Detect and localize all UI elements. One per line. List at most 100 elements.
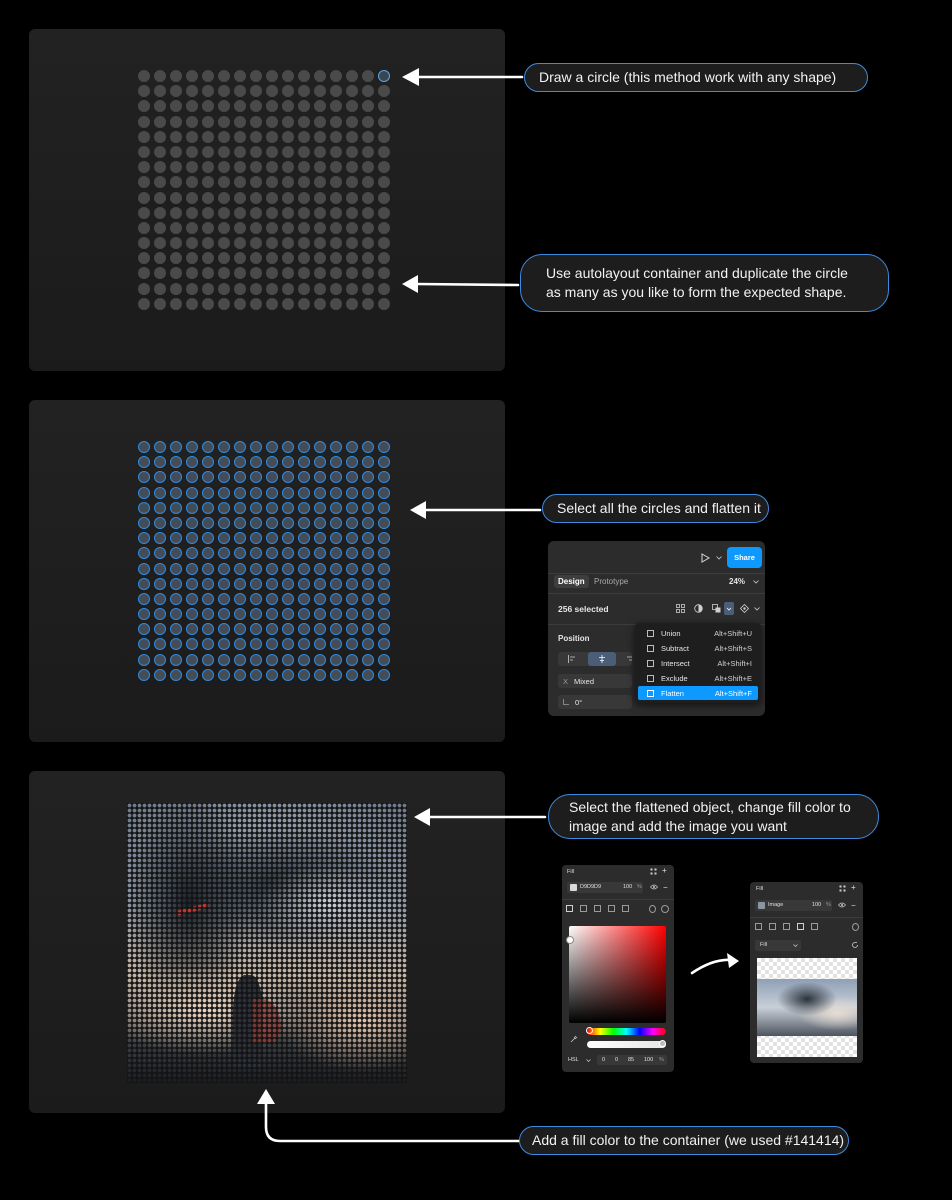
callout-image-fill: Select the flattened object, change fill… (548, 794, 879, 839)
solid-fill-icon[interactable] (755, 923, 762, 930)
fill-color-panel: Fill + D9D9D9 100 % − HSL 0 0 85 100 % (562, 865, 674, 1072)
style-grid-icon[interactable] (650, 868, 657, 875)
dragon-image-preview[interactable] (757, 979, 857, 1036)
separator (562, 899, 674, 900)
drop-icon[interactable] (649, 905, 656, 913)
video-fill-icon[interactable] (811, 923, 818, 930)
add-fill-icon[interactable]: + (851, 883, 856, 892)
image-fit-select[interactable]: Fill (755, 940, 801, 951)
picker-handle[interactable] (566, 936, 574, 944)
drop-icon[interactable] (852, 923, 859, 931)
color-mode-select[interactable]: HSL (568, 1057, 579, 1063)
x-position-field[interactable]: X Mixed (558, 674, 632, 688)
zoom-level[interactable]: 24% (729, 577, 745, 586)
x-value: Mixed (574, 676, 595, 686)
component-icon[interactable] (740, 604, 749, 613)
menu-item-subtract[interactable]: Subtract Alt+Shift+S (638, 641, 758, 655)
separator (750, 917, 863, 918)
hue-slider[interactable] (587, 1028, 666, 1035)
menu-item-exclude[interactable]: Exclude Alt+Shift+E (638, 671, 758, 685)
fill-hex[interactable]: D9D9D9 (580, 884, 601, 890)
x-label: X (563, 676, 569, 686)
alpha-unit: % (659, 1057, 664, 1063)
video-fill-icon[interactable] (622, 905, 629, 912)
eyedropper-icon[interactable] (570, 1035, 578, 1043)
radial-gradient-icon[interactable] (594, 905, 601, 912)
share-button[interactable]: Share (727, 547, 762, 568)
rotate-image-icon[interactable] (851, 941, 859, 949)
arrow-fill-to-image (690, 958, 735, 975)
menu-item-subtract-label: Subtract (661, 643, 689, 653)
boolean-chevron-icon (726, 607, 732, 611)
fill-title: Fill (756, 886, 764, 892)
component-chevron-icon[interactable] (754, 607, 760, 611)
zoom-chevron-icon[interactable] (753, 580, 759, 584)
align-left-icon[interactable] (568, 655, 576, 663)
design-properties-panel: Share Design Prototype 24% 256 selected … (548, 541, 765, 716)
fill-type[interactable]: Image (768, 902, 783, 908)
arrow-step4-head (414, 808, 430, 826)
eye-icon[interactable] (838, 902, 846, 908)
arrow-step1-head (402, 68, 419, 86)
arrow-step2-head (402, 275, 418, 293)
image-fill-icon[interactable] (797, 923, 804, 930)
union-icon (647, 629, 654, 637)
opacity-handle[interactable] (659, 1040, 666, 1047)
image-fill-icon[interactable] (608, 905, 615, 912)
fill-row[interactable]: Image 100 % (755, 900, 832, 911)
saturation-value[interactable]: 0 (615, 1057, 618, 1063)
style-grid-icon[interactable] (839, 885, 846, 892)
fill-row[interactable]: D9D9D9 100 % (567, 882, 643, 893)
eye-icon[interactable] (650, 884, 658, 890)
rotation-value: 0° (575, 697, 583, 707)
menu-item-union-shortcut: Alt+Shift+U (714, 628, 752, 638)
lightness-value[interactable]: 85 (628, 1057, 634, 1063)
saturation-picker[interactable] (569, 926, 666, 1023)
fill-opacity[interactable]: 100 (812, 902, 821, 908)
play-icon[interactable] (700, 553, 710, 563)
callout-flatten: Select all the circles and flatten it (542, 494, 769, 523)
solid-fill-icon[interactable] (566, 905, 573, 912)
arrow-step5-head (257, 1089, 275, 1104)
tab-prototype[interactable]: Prototype (594, 577, 628, 586)
remove-fill-icon[interactable]: − (851, 901, 856, 910)
opacity-slider[interactable] (587, 1041, 666, 1048)
callout-draw-circle: Draw a circle (this method work with any… (524, 63, 868, 92)
hue-handle[interactable] (586, 1027, 593, 1034)
arrow-fill-head (727, 953, 739, 968)
separator (548, 573, 765, 574)
fill-swatch[interactable] (570, 884, 577, 891)
image-thumbnail[interactable] (758, 902, 765, 909)
hue-value[interactable]: 0 (602, 1057, 605, 1063)
intersect-icon (647, 659, 654, 667)
align-right-icon[interactable] (626, 655, 632, 663)
tab-design[interactable]: Design (554, 575, 589, 588)
menu-item-exclude-label: Exclude (661, 673, 688, 683)
menu-item-union-label: Union (661, 628, 681, 638)
rotation-field[interactable]: 0° (558, 695, 632, 709)
menu-item-intersect[interactable]: Intersect Alt+Shift+I (638, 656, 758, 670)
add-fill-icon[interactable]: + (662, 866, 667, 875)
chevron-down-icon[interactable] (716, 556, 722, 560)
linear-gradient-icon[interactable] (580, 905, 587, 912)
color-values-row[interactable]: 0 0 85 100 % (597, 1055, 667, 1065)
grid-layout-icon[interactable] (676, 604, 685, 613)
menu-item-flatten-shortcut: Alt+Shift+F (714, 688, 752, 698)
linear-gradient-icon[interactable] (769, 923, 776, 930)
boolean-dropdown-toggle[interactable] (724, 602, 734, 615)
menu-item-flatten[interactable]: Flatten Alt+Shift+F (638, 686, 758, 700)
alignment-controls (558, 652, 632, 666)
align-horizontal-center-icon (599, 655, 605, 663)
arrow-step5 (264, 1096, 521, 1143)
menu-item-union[interactable]: Union Alt+Shift+U (638, 626, 758, 640)
menu-item-subtract-shortcut: Alt+Shift+S (714, 643, 752, 653)
library-icon[interactable] (661, 905, 669, 913)
remove-fill-icon[interactable]: − (663, 883, 668, 892)
subtract-icon (647, 644, 654, 652)
radial-gradient-icon[interactable] (783, 923, 790, 930)
alpha-value[interactable]: 100 (644, 1057, 653, 1063)
mask-icon[interactable] (694, 604, 703, 613)
fill-opacity[interactable]: 100 (623, 884, 632, 890)
color-mode-chevron-icon[interactable] (586, 1059, 591, 1062)
boolean-group-icon[interactable] (712, 604, 721, 613)
